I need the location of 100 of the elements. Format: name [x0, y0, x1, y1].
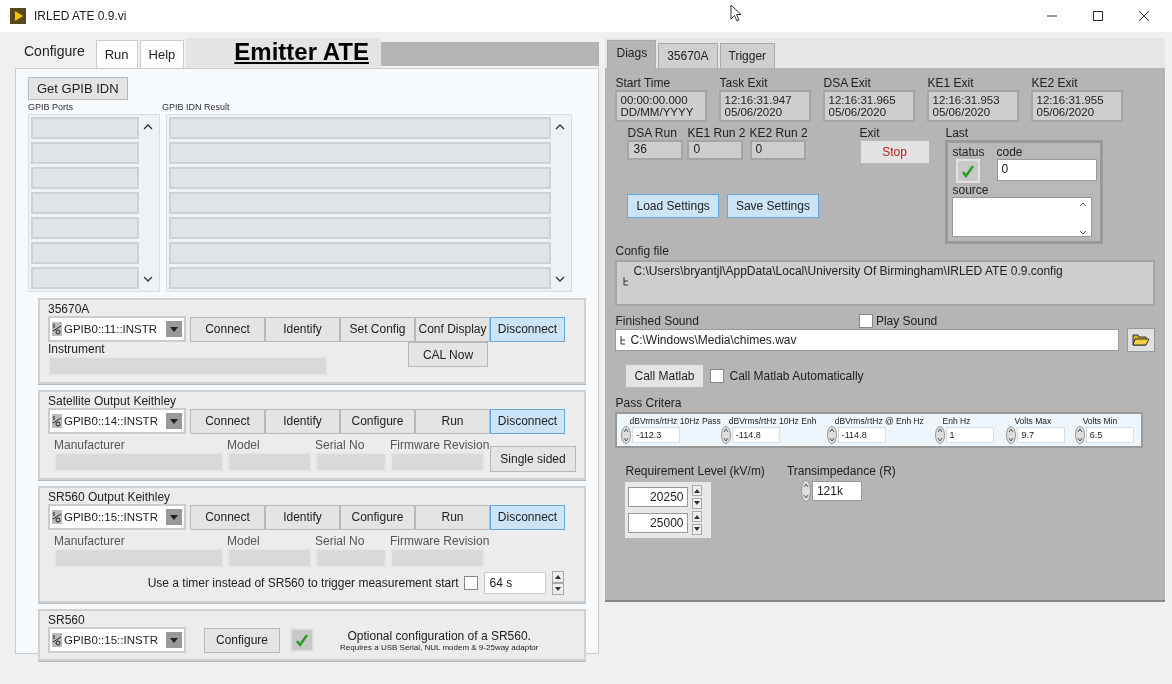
instrument-button[interactable]: Identify — [265, 316, 340, 342]
criterion-label: dBVrms/rtHz @ Enh Hz — [833, 416, 925, 426]
spinner-icon[interactable] — [826, 426, 837, 444]
check-icon — [961, 164, 976, 178]
requirement-field[interactable]: 25000 — [628, 513, 689, 533]
field-label: Model — [227, 438, 261, 452]
single-sided-button[interactable]: Single sided — [490, 446, 576, 472]
list-label: GPIB Ports — [28, 102, 74, 112]
field-label: Config file — [615, 244, 670, 258]
instrument-button[interactable]: Run — [415, 408, 490, 434]
resource-dropdown[interactable]: GPIB0::15::INSTR — [48, 627, 186, 653]
configure-button[interactable]: Configure — [204, 627, 280, 653]
resource-dropdown[interactable]: GPIB0::14::INSTR — [48, 408, 186, 434]
instrument-button[interactable]: Disconnect — [490, 504, 565, 530]
field-label: Finished Sound — [615, 314, 699, 328]
spinner-icon[interactable] — [552, 571, 565, 595]
scroll-down-icon[interactable] — [555, 275, 565, 283]
timer-label: Use a timer instead of SR560 to trigger measurement start — [147, 576, 459, 590]
play-sound-checkbox[interactable] — [858, 314, 873, 328]
code-field: 0 — [996, 159, 1097, 181]
instrument-button[interactable]: Connect — [190, 316, 265, 342]
criterion-field[interactable]: 1 — [945, 427, 994, 443]
io-icon — [52, 322, 62, 336]
load-settings-button[interactable]: Load Settings — [627, 194, 719, 218]
enable-toggle[interactable] — [290, 628, 314, 652]
scroll-up-icon[interactable] — [555, 123, 565, 131]
path-icon — [623, 276, 630, 286]
tab[interactable]: Run — [95, 40, 138, 68]
instrument-button[interactable]: Connect — [190, 504, 265, 530]
criterion-field[interactable]: 6.5 — [1085, 427, 1134, 443]
spinner-icon[interactable] — [720, 426, 731, 444]
io-icon — [52, 633, 62, 647]
field-label: code — [996, 145, 1024, 159]
section-title: SR560 — [48, 613, 86, 627]
close-icon[interactable] — [1138, 10, 1150, 22]
dropdown-icon[interactable] — [166, 509, 182, 525]
tab[interactable]: Configure — [15, 36, 94, 68]
criterion-field[interactable]: -114.8 — [837, 427, 886, 443]
scroll-arrows-icon[interactable] — [1079, 200, 1088, 236]
instrument-button[interactable]: Identify — [265, 504, 340, 530]
requirement-field[interactable]: 20250 — [628, 487, 689, 507]
sound-path-field[interactable]: C:\Windows\Media\chimes.wav — [615, 329, 1119, 351]
tab[interactable]: Help — [139, 40, 185, 68]
instrument-button[interactable]: Set Config — [340, 316, 415, 342]
instrument-button[interactable]: Identify — [265, 408, 340, 434]
tab[interactable]: Diags — [607, 40, 657, 68]
resource-dropdown[interactable]: GPIB0::11::INSTR — [48, 316, 186, 342]
field-label: KE1 Exit — [927, 76, 975, 90]
instrument-button[interactable]: Connect — [190, 408, 265, 434]
check-icon — [295, 633, 309, 647]
spinner-icon[interactable] — [692, 511, 703, 535]
resource-dropdown[interactable]: GPIB0::15::INSTR — [48, 504, 186, 530]
field-label: Instrument — [48, 342, 106, 356]
field-label: Manufacturer — [54, 534, 126, 548]
criterion-label: dBVrms/rtHz 10Hz Enh — [727, 416, 818, 426]
criterion-field[interactable]: 9.7 — [1017, 427, 1066, 443]
timer-checkbox[interactable] — [464, 576, 479, 590]
config-path-field: C:\Users\bryantjl\AppData\Local\University Of Birmingham\IRLED ATE 0.9.config — [615, 260, 1155, 306]
save-settings-button[interactable]: Save Settings — [726, 194, 819, 218]
spinner-icon[interactable] — [621, 426, 632, 444]
transimpedance-field[interactable]: 121k — [811, 481, 862, 501]
criterion-field[interactable]: -112.3 — [632, 427, 681, 443]
cal-now-button[interactable]: CAL Now — [408, 342, 488, 367]
criterion-field[interactable]: -114.8 — [731, 427, 780, 443]
heading: Emitter ATE — [186, 38, 381, 68]
field-label: Pass Critera — [615, 396, 683, 410]
instrument-button[interactable]: Run — [415, 504, 490, 530]
field-label: Start Time — [615, 76, 672, 90]
tab[interactable]: Trigger — [719, 43, 776, 68]
stop-button[interactable]: Stop — [859, 140, 930, 164]
call-matlab-button[interactable]: Call Matlab — [625, 364, 704, 388]
timer-field[interactable]: 64 s — [484, 572, 547, 594]
instrument-button[interactable]: Conf Display — [415, 316, 490, 342]
section-title: SR560 Output Keithley — [48, 490, 172, 504]
field-label: Exit — [859, 126, 881, 140]
field-label: KE2 Run 2 — [749, 126, 808, 140]
note: Requires a USB Serial, NUL modem & 9-25way adaptor — [340, 642, 539, 652]
spinner-icon[interactable] — [1006, 426, 1017, 444]
spinner-icon[interactable] — [1074, 426, 1085, 444]
get-idn-button[interactable]: Get GPIB IDN — [28, 77, 128, 100]
window-title: IRLED ATE 0.9.vi — [34, 9, 127, 23]
scroll-up-icon[interactable] — [143, 123, 153, 131]
dropdown-icon[interactable] — [166, 413, 182, 429]
call-matlab-checkbox[interactable] — [709, 369, 724, 383]
spinner-icon[interactable] — [692, 485, 703, 509]
spinner-icon[interactable] — [934, 426, 945, 444]
maximize-icon[interactable] — [1092, 10, 1104, 22]
browse-button[interactable] — [1127, 328, 1155, 352]
scroll-down-icon[interactable] — [143, 275, 153, 283]
tab[interactable]: 35670A — [658, 43, 718, 68]
instrument-button[interactable]: Configure — [340, 504, 415, 530]
instrument-button[interactable]: Configure — [340, 408, 415, 434]
instrument-button[interactable]: Disconnect — [490, 408, 565, 434]
time-readout: 12:16:31.953 05/06/2020 — [927, 90, 1020, 122]
instrument-button[interactable]: Disconnect — [490, 316, 565, 342]
dropdown-icon[interactable] — [166, 321, 182, 337]
field-label: KE2 Exit — [1031, 76, 1079, 90]
run-count: 0 — [687, 140, 744, 160]
path-icon — [620, 335, 627, 345]
dropdown-icon[interactable] — [166, 632, 182, 648]
